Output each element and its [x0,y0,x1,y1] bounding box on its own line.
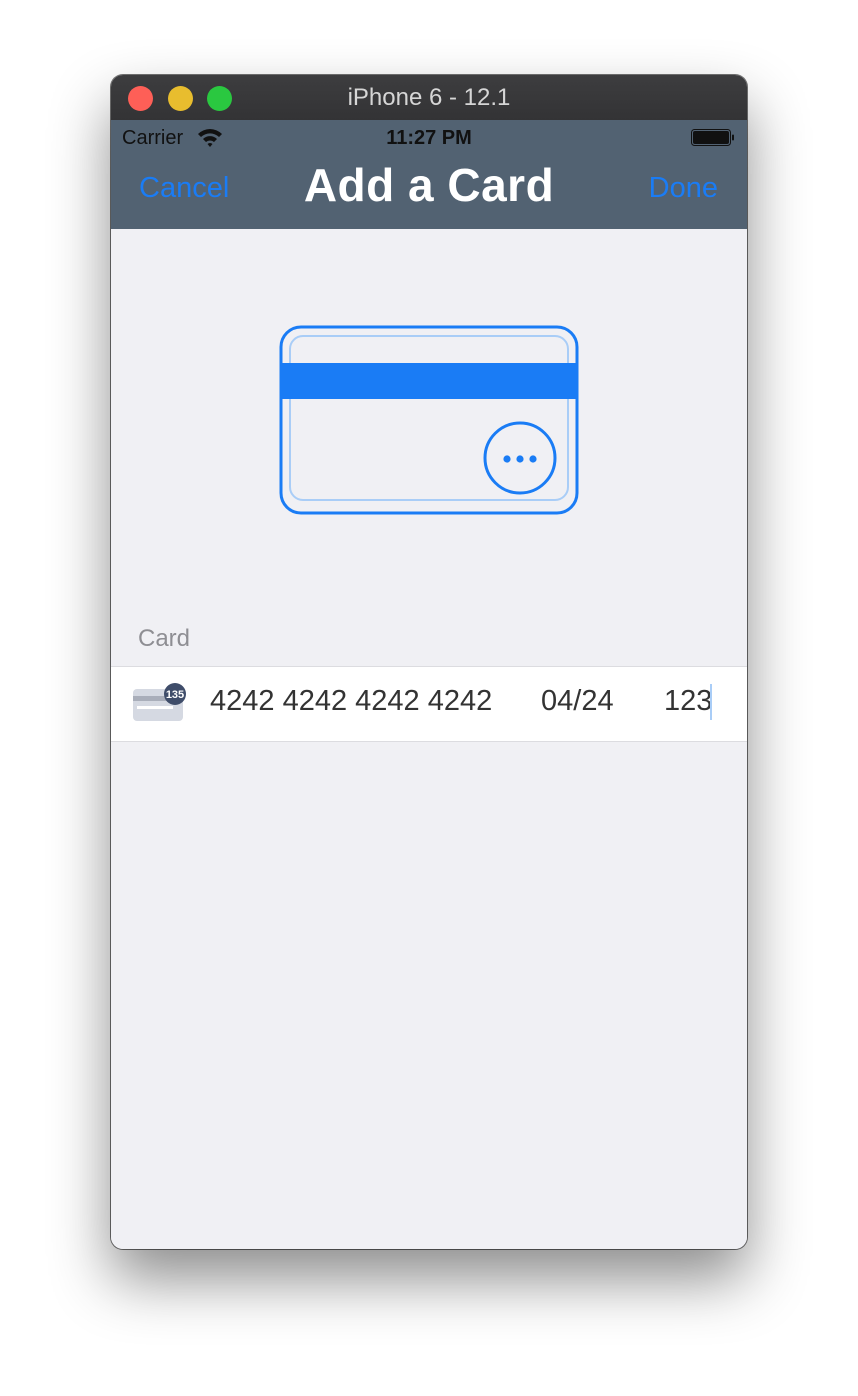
navigation-bar: Carrier 11:27 PM Cancel Add a Card Done [111,120,747,229]
battery-icon [691,129,734,146]
status-time: 11:27 PM [386,127,472,149]
simulator-window: iPhone 6 - 12.1 Carrier 11:27 PM Cancel … [111,75,747,1249]
card-brand-badge: 135 [166,689,184,701]
card-brand-icon: 135 [133,683,186,721]
desktop: iPhone 6 - 12.1 Carrier 11:27 PM Cancel … [0,0,858,1396]
card-number-field[interactable]: 4242 4242 4242 4242 [210,685,492,718]
section-header-card: Card [138,625,191,652]
window-title: iPhone 6 - 12.1 [347,84,511,111]
done-button[interactable]: Done [649,172,718,205]
window-titlebar[interactable]: iPhone 6 - 12.1 [111,75,747,121]
card-illustration-icon [279,325,579,515]
form-content: Card 135 4242 4242 4242 4242 04/24 123 [111,229,747,1249]
cvc-field[interactable]: 123 [664,685,712,718]
expiry-field[interactable]: 04/24 [541,685,614,718]
card-input-row[interactable]: 135 4242 4242 4242 4242 04/24 123 [111,666,747,742]
text-caret [710,684,712,720]
